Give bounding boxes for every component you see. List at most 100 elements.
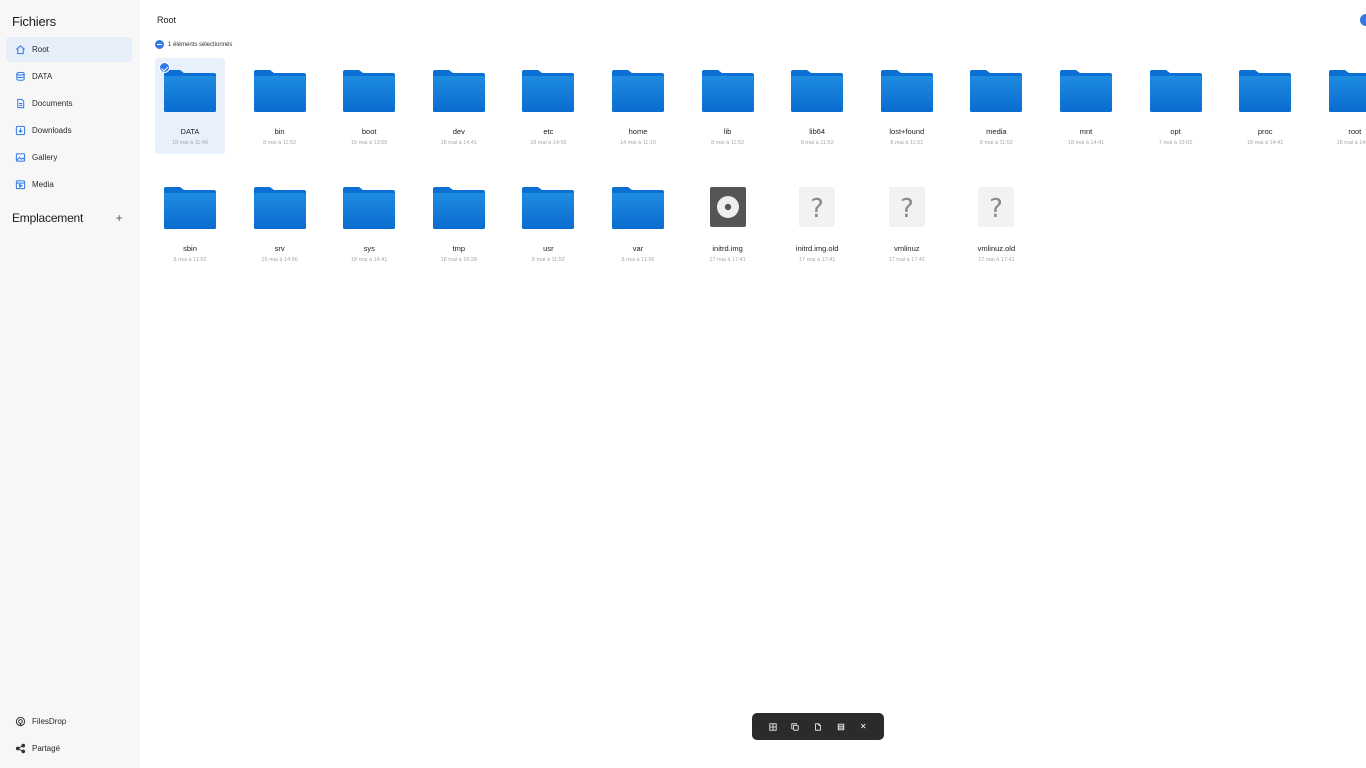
- breadcrumb[interactable]: Root: [157, 15, 176, 25]
- file-name: DATA: [180, 127, 200, 136]
- close-selection-button[interactable]: ✕: [855, 719, 871, 735]
- folder-icon: [701, 68, 755, 114]
- folder-icon: [253, 185, 307, 231]
- folder-icon: [521, 185, 575, 231]
- folder-icon: [521, 68, 575, 114]
- select-all-icon: [769, 722, 777, 731]
- folder-tile[interactable]: sbin 8 mai à 11:52: [155, 175, 225, 271]
- app-title: Fichiers: [12, 14, 56, 29]
- file-date: 8 mai à 11:52: [800, 140, 834, 146]
- folder-icon: [790, 68, 844, 114]
- folder-icon: [432, 185, 486, 231]
- file-date: 16 mai à 13:55: [350, 140, 388, 146]
- folder-tile[interactable]: lost+found 8 mai à 11:51: [872, 58, 942, 154]
- sidebar-nav: Root DATA Documents Downloads Gallery Me…: [6, 37, 132, 199]
- folder-tile[interactable]: var 8 mai à 11:56: [603, 175, 673, 271]
- selection-toolbar: ✕: [752, 713, 884, 740]
- main-content: Root 1 éléments sélectionnés DATA 18 mai …: [140, 0, 1366, 768]
- folder-tile[interactable]: mnt 18 mai à 14:41: [1051, 58, 1121, 154]
- delete-button[interactable]: [833, 719, 849, 735]
- share-icon: [15, 743, 26, 754]
- document-icon: [15, 98, 26, 109]
- download-icon: [15, 125, 26, 136]
- folder-tile[interactable]: proc 18 mai à 14:41: [1230, 58, 1300, 154]
- file-name: vmlinuz.old: [977, 244, 1016, 253]
- sidebar-item-downloads[interactable]: Downloads: [6, 118, 132, 143]
- paste-button[interactable]: [810, 719, 826, 735]
- folder-tile[interactable]: root 18 mai à 14:41: [1320, 58, 1366, 154]
- folder-tile[interactable]: boot 16 mai à 13:55: [334, 58, 404, 154]
- file-date: 18 mai à 11:49: [172, 140, 208, 146]
- file-name: tmp: [452, 244, 466, 253]
- image-icon: [15, 152, 26, 163]
- sidebar-item-media[interactable]: Media: [6, 172, 132, 197]
- file-name: mnt: [1079, 127, 1093, 136]
- sidebar-item-filesdrop[interactable]: FilesDrop: [6, 708, 132, 734]
- folder-tile[interactable]: sys 18 mai à 14:41: [334, 175, 404, 271]
- sidebar-item-shared[interactable]: Partagé: [6, 735, 132, 761]
- file-date: 8 mai à 11:52: [711, 140, 745, 146]
- folder-tile[interactable]: etc 18 mai à 14:55: [513, 58, 583, 154]
- file-name: lib: [723, 127, 732, 136]
- folder-icon: [1149, 68, 1203, 114]
- file-date: 8 mai à 11:52: [531, 257, 565, 263]
- folder-tile[interactable]: usr 8 mai à 11:52: [513, 175, 583, 271]
- account-indicator[interactable]: [1360, 14, 1366, 26]
- sidebar-item-root[interactable]: Root: [6, 37, 132, 62]
- folder-tile[interactable]: home 14 mai à 11:10: [603, 58, 673, 154]
- folder-tile[interactable]: media 8 mai à 11:52: [961, 58, 1031, 154]
- sidebar-item-label: Media: [32, 180, 54, 189]
- folder-tile[interactable]: tmp 18 mai à 16:28: [424, 175, 494, 271]
- file-name: lib64: [809, 127, 826, 136]
- unknown-file-icon: ?: [880, 185, 934, 231]
- file-name: sys: [363, 244, 375, 253]
- deselect-button[interactable]: [155, 40, 164, 49]
- file-date: 8 mai à 11:52: [979, 140, 1013, 146]
- file-name: vmlinuz: [894, 244, 920, 253]
- file-tile[interactable]: initrd.img 17 mai à 17:41: [693, 175, 763, 271]
- svg-text:?: ?: [810, 194, 824, 224]
- folder-tile[interactable]: bin 8 mai à 11:52: [245, 58, 315, 154]
- sidebar-bottom-nav: FilesDrop Partagé: [6, 708, 132, 762]
- home-icon: [15, 44, 26, 55]
- sidebar-item-label: Root: [32, 45, 49, 54]
- file-name: lost+found: [889, 127, 925, 136]
- file-tile[interactable]: ? vmlinuz.old 17 mai à 17:41: [961, 175, 1031, 271]
- file-name: boot: [361, 127, 377, 136]
- sidebar-item-data[interactable]: DATA: [6, 64, 132, 89]
- file-date: 17 mai à 17:41: [709, 257, 746, 263]
- folder-tile[interactable]: opt 7 mai à 19:02: [1141, 58, 1211, 154]
- file-name: opt: [1170, 127, 1181, 136]
- sidebar-item-documents[interactable]: Documents: [6, 91, 132, 116]
- locations-title: Emplacement: [12, 211, 84, 225]
- selection-status: 1 éléments sélectionnés: [155, 40, 232, 49]
- select-all-button[interactable]: [765, 719, 781, 735]
- selected-check-icon[interactable]: [159, 62, 170, 73]
- folder-tile[interactable]: DATA 18 mai à 11:49: [155, 58, 225, 154]
- copy-button[interactable]: [787, 719, 803, 735]
- sidebar-item-label: Partagé: [32, 743, 61, 753]
- folder-icon: [163, 68, 217, 114]
- folder-icon: [253, 68, 307, 114]
- filesdrop-icon: [15, 716, 26, 727]
- file-tile[interactable]: ? vmlinuz 17 mai à 17:41: [872, 175, 942, 271]
- copy-icon: [791, 722, 799, 731]
- file-date: 18 mai à 14:55: [530, 140, 567, 146]
- folder-icon: [1328, 68, 1366, 114]
- file-name: etc: [543, 127, 554, 136]
- file-tile[interactable]: ? initrd.img.old 17 mai à 17:41: [782, 175, 852, 271]
- file-date: 8 mai à 11:51: [890, 140, 924, 146]
- add-location-button[interactable]: +: [114, 211, 124, 225]
- folder-tile[interactable]: srv 16 mai à 14:56: [245, 175, 315, 271]
- file-date: 18 mai à 14:41: [1067, 140, 1105, 146]
- folder-icon: [342, 185, 396, 231]
- svg-text:?: ?: [989, 194, 1003, 224]
- file-date: 8 mai à 11:52: [173, 257, 207, 263]
- folder-tile[interactable]: lib 8 mai à 11:52: [693, 58, 763, 154]
- sidebar-item-gallery[interactable]: Gallery: [6, 145, 132, 170]
- folder-tile[interactable]: dev 18 mai à 14:41: [424, 58, 494, 154]
- folder-icon: [969, 68, 1023, 114]
- folder-tile[interactable]: lib64 8 mai à 11:52: [782, 58, 852, 154]
- selection-count: 1 éléments sélectionnés: [168, 41, 233, 48]
- file-date: 17 mai à 17:41: [798, 257, 836, 263]
